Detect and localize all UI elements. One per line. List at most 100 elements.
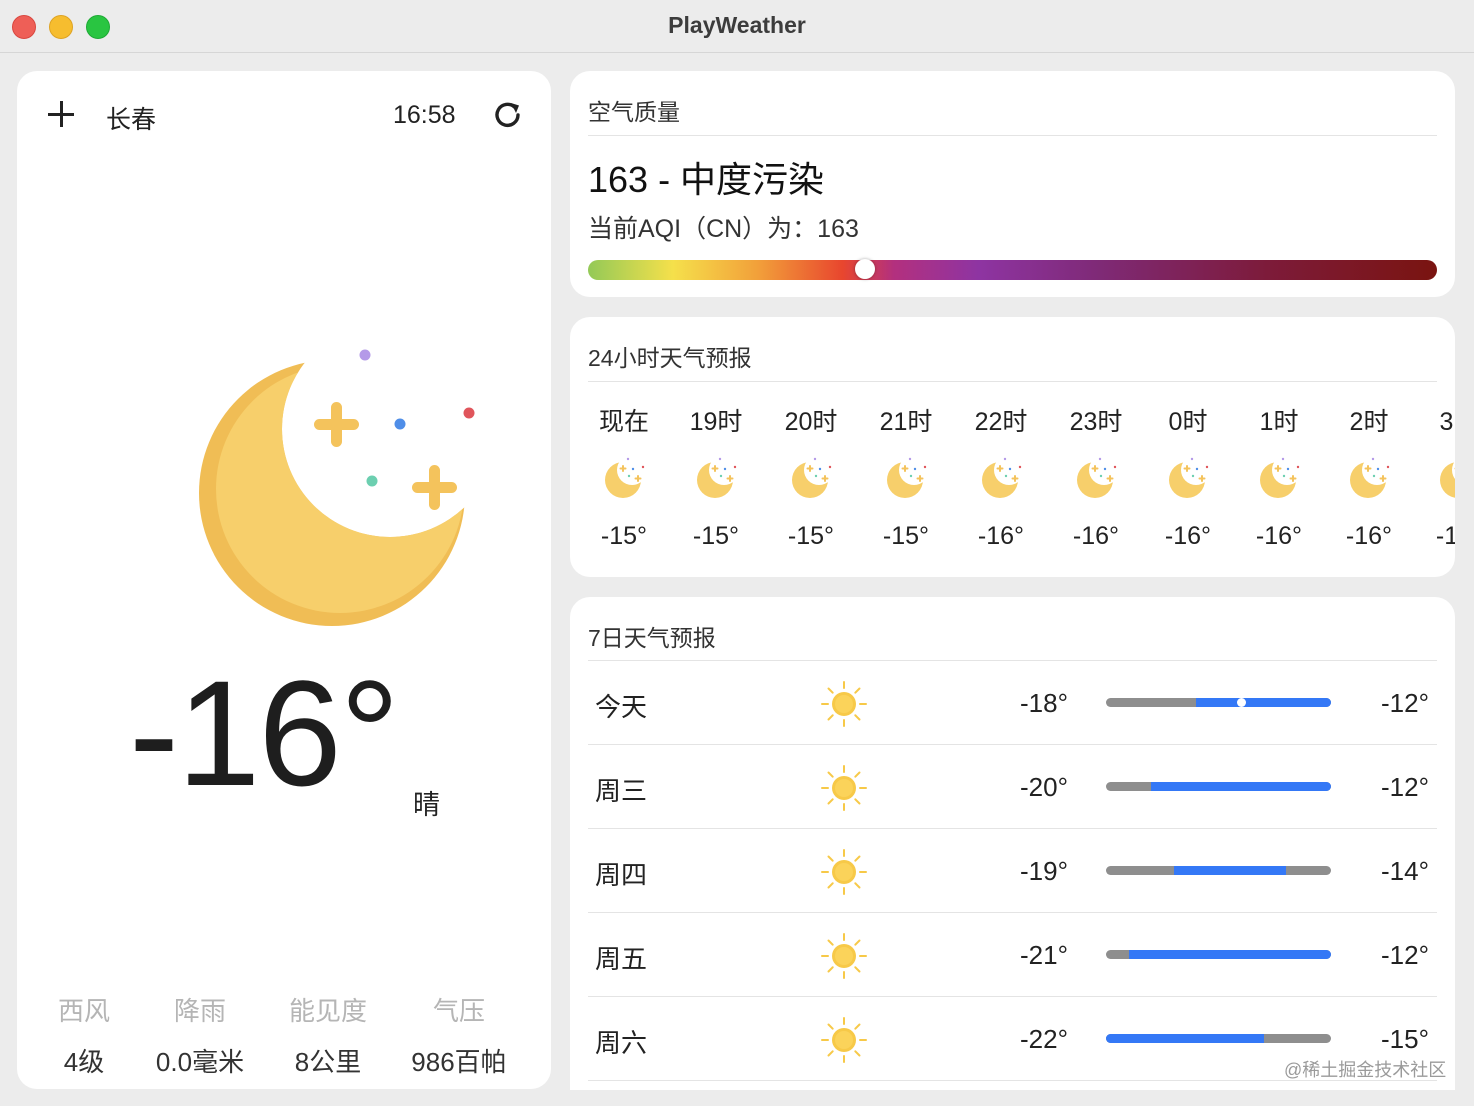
temp-range-bar (1106, 950, 1331, 959)
hour-temp: -15° (692, 522, 740, 550)
hour-temp: -15° (882, 522, 930, 550)
moon-stars-icon (1169, 457, 1209, 498)
aqi-headline: 163 - 中度污染 (588, 159, 825, 200)
hour-temp: -16° (1255, 522, 1303, 550)
hour-temp: -16° (1072, 522, 1120, 550)
moon-stars-icon (697, 457, 737, 498)
day-high-temp: -12° (1381, 772, 1429, 802)
temp-range-bar (1106, 698, 1331, 707)
day-low-temp: -20° (1020, 772, 1068, 802)
divider (588, 135, 1437, 136)
day-high-temp: -12° (1381, 688, 1429, 718)
temp-range-fill (1151, 782, 1331, 791)
moon-stars-icon (1350, 457, 1390, 498)
moon-stars-icon (1077, 457, 1117, 498)
hourly-forecast-title: 24小时天气预报 (588, 345, 752, 371)
sun-icon (821, 849, 867, 895)
hour-label: 现在 (598, 408, 649, 436)
hourly-item: 现在 -15° (579, 402, 669, 551)
day-name: 周六 (595, 1028, 648, 1058)
day-name: 周五 (595, 944, 648, 974)
moon-stars-icon (1260, 457, 1300, 498)
hour-temp: -16° (977, 522, 1025, 550)
sun-icon (821, 1017, 867, 1063)
hour-label: 21时 (879, 408, 933, 436)
hour-label: 22时 (974, 408, 1028, 436)
stat-label: 降雨 (173, 996, 226, 1026)
moon-stars-icon (982, 457, 1022, 498)
stat-label: 能见度 (288, 996, 367, 1026)
day-high-temp: -12° (1381, 940, 1429, 970)
moon-stars-icon (1440, 462, 1455, 498)
hourly-item: 0时 -16° (1143, 402, 1233, 551)
moon-stars-icon (199, 349, 475, 626)
day-low-temp: -19° (1020, 856, 1068, 886)
day-low-temp: -21° (1020, 940, 1068, 970)
temp-range-bar (1106, 1034, 1331, 1043)
day-low-temp: -22° (1020, 1024, 1068, 1054)
hourly-forecast-card: 24小时天气预报 现在 -15° 19时 -15° 20时 -15° 21时 -15° 22时 -… (570, 317, 1455, 577)
hour-label: 2时 (1349, 408, 1389, 436)
stat-visibility: 能见度 8公里 (258, 991, 398, 1079)
air-quality-title: 空气质量 (588, 99, 680, 125)
daily-forecast-title: 7日天气预报 (588, 625, 716, 651)
daily-row[interactable]: 周五 -21° -12° (588, 913, 1437, 997)
current-temp-marker (1237, 698, 1246, 707)
temp-range-fill (1106, 1034, 1264, 1043)
daily-row[interactable]: 周四 -19° -14° (588, 829, 1437, 913)
hour-label: 20时 (784, 408, 838, 436)
hourly-item: 21时 -15° (861, 402, 951, 551)
moon-stars-icon (887, 457, 927, 498)
day-name: 周三 (595, 776, 648, 806)
stat-value: 0.0毫米 (155, 1047, 245, 1077)
hour-label: 1时 (1259, 408, 1299, 436)
stat-label: 气压 (432, 996, 485, 1026)
moon-stars-icon (605, 457, 645, 498)
hourly-item: 20时 -15° (766, 402, 856, 551)
update-time: 16:58 (393, 101, 456, 129)
day-high-temp: -14° (1381, 856, 1429, 886)
aqi-indicator (854, 259, 875, 279)
temp-range-fill (1196, 698, 1331, 707)
day-high-temp: -15° (1381, 1024, 1429, 1054)
hourly-item: 2时 -16° (1324, 402, 1414, 551)
air-quality-card: 空气质量 163 - 中度污染 当前AQI（CN）为：163 (570, 71, 1455, 297)
aqi-scale-bar (588, 259, 1437, 280)
hour-temp: -16° (1435, 522, 1455, 550)
sun-icon (821, 681, 867, 727)
hour-temp: -15° (600, 522, 648, 550)
hour-label: 3时 (1439, 408, 1455, 436)
stat-value: 986百帕 (411, 1047, 507, 1077)
temp-range-fill (1173, 866, 1286, 875)
hour-temp: -16° (1164, 522, 1212, 550)
divider (588, 381, 1437, 382)
temp-range-bar (1106, 866, 1331, 875)
current-weather-panel: 长春 16:58 -16° 晴 西风 4级 降雨 0.0毫米 能见度 8公里 气… (17, 71, 551, 1089)
day-name: 周四 (595, 860, 648, 890)
city-name[interactable]: 长春 (106, 100, 156, 136)
window-titlebar: PlayWeather (0, 0, 1474, 53)
hourly-item: 19时 -15° (671, 402, 761, 551)
current-temperature: -16° (129, 649, 400, 817)
daily-row[interactable]: 周三 -20° -12° (588, 745, 1437, 829)
hour-label: 0时 (1168, 408, 1208, 436)
hourly-item: 23时 -16° (1051, 402, 1141, 551)
day-low-temp: -18° (1020, 688, 1068, 718)
add-city-button[interactable] (47, 99, 77, 129)
hour-label: 23时 (1069, 408, 1123, 436)
temp-range-fill (1128, 950, 1331, 959)
hour-temp: -16° (1345, 522, 1393, 550)
sun-icon (821, 933, 867, 979)
hourly-item: 3时 -16° (1414, 402, 1455, 551)
hour-label: 19时 (689, 408, 743, 436)
moon-stars-icon (792, 457, 832, 498)
day-name: 今天 (595, 692, 648, 722)
weather-condition: 晴 (413, 790, 440, 820)
hourly-item: 22时 -16° (956, 402, 1046, 551)
temp-range-bar (1106, 782, 1331, 791)
stat-value: 8公里 (294, 1047, 362, 1077)
daily-forecast-card: 7日天气预报 今天 -18° -12° 周三 -20° -12° 周四 -19° -14° 周五 -… (570, 597, 1455, 1090)
stat-pressure: 气压 986百帕 (389, 991, 529, 1079)
refresh-icon[interactable] (491, 98, 525, 132)
daily-row[interactable]: 今天 -18° -12° (588, 661, 1437, 745)
